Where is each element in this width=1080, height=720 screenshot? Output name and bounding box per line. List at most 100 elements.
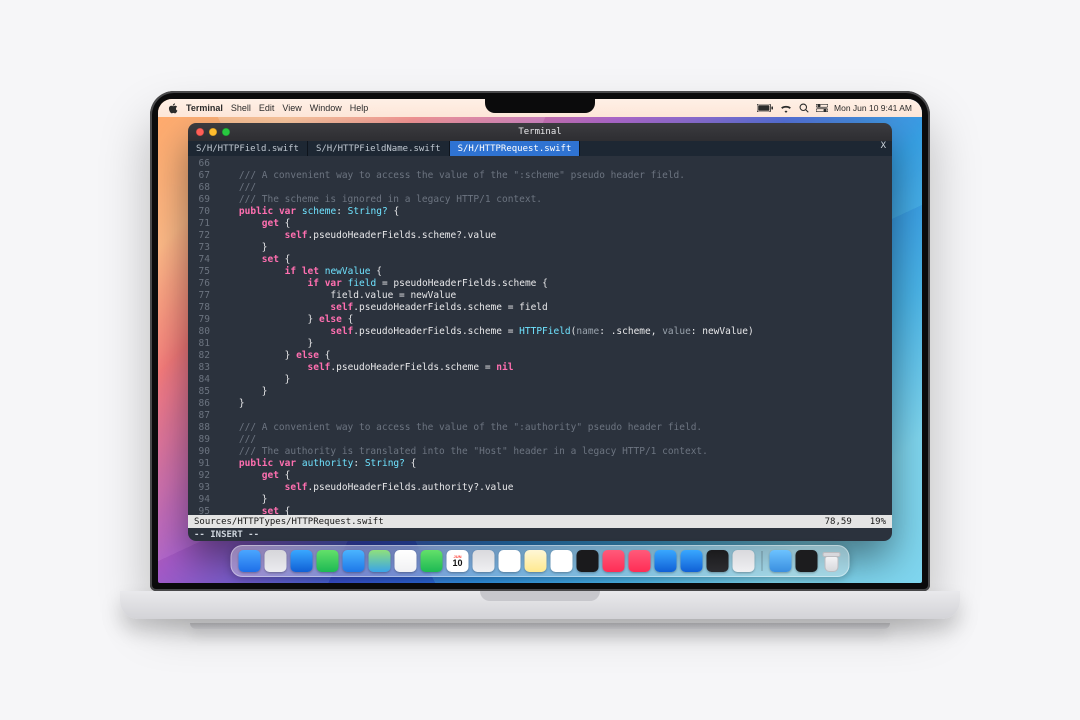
status-cursor-pos: 78,59: [825, 517, 852, 527]
line-number: 69: [188, 194, 216, 206]
code-line: set {: [216, 254, 892, 266]
menu-edit[interactable]: Edit: [259, 103, 275, 113]
dock-app-finder[interactable]: [239, 550, 261, 572]
menubar-status-icons: [757, 103, 828, 113]
dock-app-launchpad[interactable]: [265, 550, 287, 572]
window-close-button[interactable]: [196, 128, 204, 136]
terminal-tab-close[interactable]: X: [875, 141, 892, 156]
window-zoom-button[interactable]: [222, 128, 230, 136]
code-line: self.pseudoHeaderFields.authority?.value: [216, 482, 892, 494]
dock-app-tv[interactable]: [577, 550, 599, 572]
line-number: 95: [188, 506, 216, 515]
line-number: 67: [188, 170, 216, 182]
line-number: 94: [188, 494, 216, 506]
dock-app-keynote[interactable]: [681, 550, 703, 572]
dock-app-mail[interactable]: [343, 550, 365, 572]
line-number: 85: [188, 386, 216, 398]
line-number: 72: [188, 230, 216, 242]
display-notch: [485, 99, 595, 113]
dock-app-news[interactable]: [629, 550, 651, 572]
dock-app-messages[interactable]: [317, 550, 339, 572]
code-line: self.pseudoHeaderFields.scheme?.value: [216, 230, 892, 242]
code-line: self.pseudoHeaderFields.scheme = nil: [216, 362, 892, 374]
terminal-tab[interactable]: S/H/HTTPFieldName.swift: [308, 141, 450, 156]
dock-app-safari[interactable]: [291, 550, 313, 572]
dock-app-photos[interactable]: [395, 550, 417, 572]
laptop-lid: Terminal Shell Edit View Window Help Mon Jun…: [150, 91, 930, 591]
status-filepath: Sources/HTTPTypes/HTTPRequest.swift: [194, 517, 384, 527]
dock-app-folder[interactable]: [770, 550, 792, 572]
line-number: 75: [188, 266, 216, 278]
dock-app-freeform[interactable]: [551, 550, 573, 572]
dock-app-settings[interactable]: [733, 550, 755, 572]
code-line: }: [216, 494, 892, 506]
code-line: if let newValue {: [216, 266, 892, 278]
line-number: 88: [188, 422, 216, 434]
dock-trash[interactable]: [822, 550, 842, 572]
menu-shell[interactable]: Shell: [231, 103, 251, 113]
line-number: 82: [188, 350, 216, 362]
dock-app-appstore[interactable]: [655, 550, 677, 572]
code-line: set {: [216, 506, 892, 515]
line-number: 73: [188, 242, 216, 254]
code-line: /// A convenient way to access the value…: [216, 170, 892, 182]
search-icon[interactable]: [799, 103, 809, 113]
menu-window[interactable]: Window: [310, 103, 342, 113]
line-number: 76: [188, 278, 216, 290]
line-number: 83: [188, 362, 216, 374]
terminal-title: Terminal: [518, 127, 561, 137]
macos-dock[interactable]: JUN10: [231, 545, 850, 577]
code-line: if var field = pseudoHeaderFields.scheme…: [216, 278, 892, 290]
line-number: 87: [188, 410, 216, 422]
control-center-icon[interactable]: [816, 104, 828, 112]
dock-separator: [762, 551, 763, 571]
code-line: }: [216, 242, 892, 254]
dock-app-terminal[interactable]: [796, 550, 818, 572]
menu-help[interactable]: Help: [350, 103, 369, 113]
dock-app-facetime[interactable]: [421, 550, 443, 572]
code-line: public var scheme: String? {: [216, 206, 892, 218]
dock-app-calendar[interactable]: JUN10: [447, 550, 469, 572]
line-number: 70: [188, 206, 216, 218]
terminal-tab[interactable]: S/H/HTTPField.swift: [188, 141, 308, 156]
line-number: 66: [188, 158, 216, 170]
line-number: 90: [188, 446, 216, 458]
menu-view[interactable]: View: [282, 103, 301, 113]
battery-icon: [757, 104, 773, 112]
menubar-app-name[interactable]: Terminal: [186, 103, 223, 113]
terminal-tab[interactable]: S/H/HTTPRequest.swift: [450, 141, 581, 156]
line-number: 71: [188, 218, 216, 230]
line-number: 84: [188, 374, 216, 386]
line-number: 93: [188, 482, 216, 494]
terminal-window: Terminal S/H/HTTPField.swiftS/H/HTTPFiel…: [188, 123, 892, 541]
code-line: } else {: [216, 350, 892, 362]
code-line: [216, 158, 892, 170]
code-line: }: [216, 374, 892, 386]
dock-app-notes[interactable]: [525, 550, 547, 572]
terminal-editor-body[interactable]: 6667 /// A convenient way to access the …: [188, 156, 892, 515]
line-number: 68: [188, 182, 216, 194]
dock-app-contacts[interactable]: [473, 550, 495, 572]
terminal-titlebar[interactable]: Terminal: [188, 123, 892, 141]
dock-app-xcode[interactable]: [707, 550, 729, 572]
dock-app-maps[interactable]: [369, 550, 391, 572]
menubar-clock[interactable]: Mon Jun 10 9:41 AM: [834, 103, 912, 113]
code-line: get {: [216, 218, 892, 230]
window-traffic-lights: [196, 128, 230, 136]
dock-app-reminders[interactable]: [499, 550, 521, 572]
laptop-base: [120, 591, 960, 619]
code-line: /// The scheme is ignored in a legacy HT…: [216, 194, 892, 206]
code-line: self.pseudoHeaderFields.scheme = HTTPFie…: [216, 326, 892, 338]
line-number: 86: [188, 398, 216, 410]
code-line: [216, 410, 892, 422]
dock-app-music[interactable]: [603, 550, 625, 572]
code-line: }: [216, 398, 892, 410]
code-line: ///: [216, 434, 892, 446]
code-line: } else {: [216, 314, 892, 326]
code-line: self.pseudoHeaderFields.scheme = field: [216, 302, 892, 314]
vim-statusline: Sources/HTTPTypes/HTTPRequest.swift 78,5…: [188, 515, 892, 528]
line-number: 80: [188, 326, 216, 338]
line-number: 81: [188, 338, 216, 350]
apple-menu-icon[interactable]: [168, 103, 178, 114]
window-minimize-button[interactable]: [209, 128, 217, 136]
